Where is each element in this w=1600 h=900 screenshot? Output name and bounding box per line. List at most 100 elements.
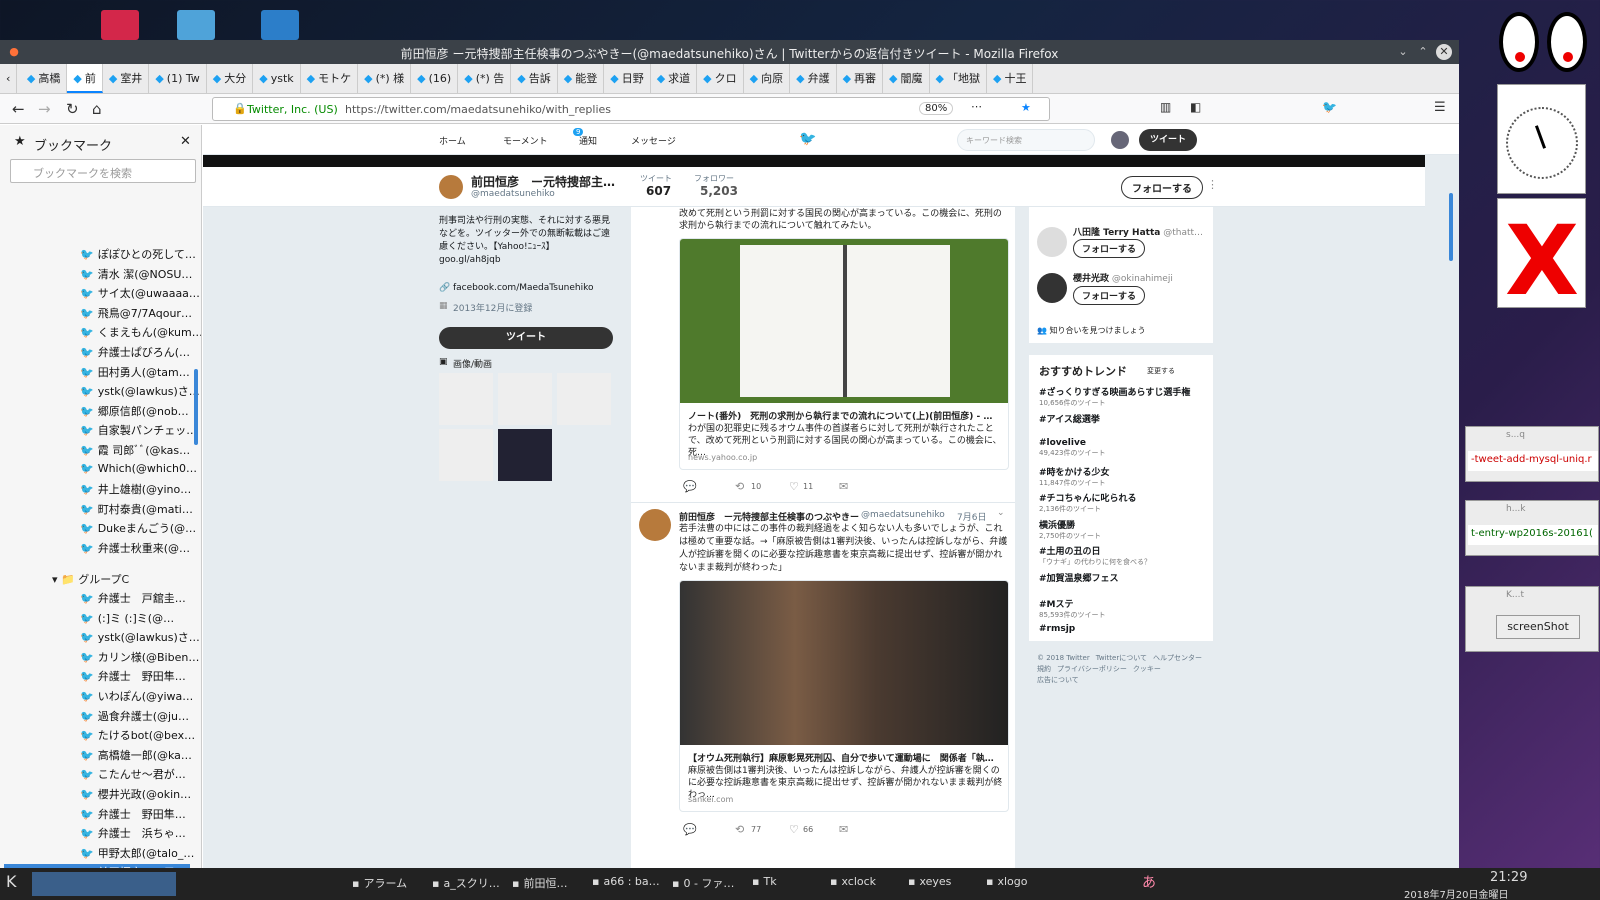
clock-time[interactable]: 21:29 xyxy=(1490,870,1527,885)
footer-link[interactable]: 広告について xyxy=(1037,675,1079,686)
sidebar-toggle-icon[interactable]: ◧ xyxy=(1190,100,1201,114)
nav-moments[interactable]: モーメント xyxy=(503,134,548,147)
taskbar-item[interactable]: ▪ xlogo xyxy=(986,875,1027,888)
taskbar-item[interactable]: ▪ アラーム xyxy=(352,875,407,891)
folder-icon[interactable] xyxy=(261,10,299,40)
wtf-name-1[interactable]: 八田隆 Terry Hatta @thatt… xyxy=(1073,225,1203,238)
bookmark-item[interactable]: 🐦 たけるbot(@bex… xyxy=(80,727,195,743)
sidebar-title[interactable]: ブックマーク xyxy=(34,135,112,154)
footer-link[interactable]: © 2018 Twitter xyxy=(1037,653,1090,664)
media-thumb[interactable] xyxy=(439,429,493,481)
taskbar-item[interactable]: ▪ 0 - ファ… xyxy=(672,875,734,891)
bookmark-item[interactable]: 🐦 弁護士 野田隼… xyxy=(80,668,186,684)
reply-icon[interactable]: 💬 xyxy=(683,480,697,493)
url-bar[interactable]: 🔒 Twitter, Inc. (US) https://twitter.com… xyxy=(212,97,1050,121)
menu-icon[interactable]: ☰ xyxy=(1434,100,1446,115)
bookmark-item[interactable]: 🐦 Dukeまんごう(@… xyxy=(80,520,196,536)
url-text[interactable]: https://twitter.com/maedatsunehiko/with_… xyxy=(345,103,611,116)
maximize-icon[interactable]: ⌃ xyxy=(1415,44,1431,60)
tab[interactable]: ◆ 「地獄 xyxy=(930,64,987,93)
extension-twitter-icon[interactable]: 🐦 xyxy=(1322,100,1337,114)
bookmark-item[interactable]: 🐦 甲野太郎(@talo_… xyxy=(80,845,194,861)
tab[interactable]: ◆ 再審 xyxy=(837,64,884,93)
bookmark-item[interactable]: 🐦 カリン様(@Biben… xyxy=(80,649,199,665)
trend-item[interactable]: #チコちゃんに叱られる 2,136件のツイート xyxy=(1039,491,1137,514)
bookmark-item[interactable]: 🐦 弁護士 浜ちゃ… xyxy=(80,825,186,841)
entry-field[interactable]: t-entry-wp2016s-20161( xyxy=(1468,525,1598,545)
page-actions-icon[interactable]: ⋯ xyxy=(971,100,982,113)
tab[interactable]: ◆ (1) Tw xyxy=(149,64,207,93)
media-label[interactable]: 画像/動画 xyxy=(453,357,492,370)
tweets-count[interactable]: 607 xyxy=(646,184,671,198)
bookmark-item[interactable]: 🐦 田村勇人(@tam… xyxy=(80,364,190,380)
chevron-down-icon[interactable]: ⌄ xyxy=(997,508,1005,518)
bookmark-star-icon[interactable]: ★ xyxy=(1021,101,1031,114)
pager[interactable] xyxy=(32,872,176,896)
bookmark-item[interactable]: 🐦 櫻井光政(@okin… xyxy=(80,786,191,802)
bookmark-item[interactable]: 🐦 清水 潔(@NOSU… xyxy=(80,266,192,282)
wtf-name-2[interactable]: 櫻井光政 @okinahimeji xyxy=(1073,271,1173,284)
bookmark-item[interactable]: 🐦 ystk(@lawkus)さ… xyxy=(80,383,200,399)
screenshot-button[interactable]: screenShot xyxy=(1496,615,1580,639)
nav-home[interactable]: ホーム xyxy=(439,134,466,147)
bookmark-item[interactable]: 🐦 (:]ミ (:]ミ(@… xyxy=(80,610,174,626)
tab[interactable]: ◆ 弁護 xyxy=(790,64,837,93)
bookmark-item[interactable]: 🐦 弁護士 野田隼… xyxy=(80,806,186,822)
bookmark-item[interactable]: 🐦 ystk(@lawkus)さ… xyxy=(80,629,200,645)
tweet-author[interactable]: 前田恒彦 ー元特捜部主任検事のつぶやきー xyxy=(679,510,859,523)
tab[interactable]: ◆ (*) 様 xyxy=(358,64,412,93)
bookmark-item[interactable]: 🐦 自家製パンチェッ… xyxy=(80,422,197,438)
entry-field[interactable]: -tweet-add-mysql-uniq.r xyxy=(1468,451,1598,471)
trend-item[interactable]: #土用の丑の日 「ウナギ」の代わりに何を食べる？ xyxy=(1039,544,1151,567)
taskbar-item[interactable]: ▪ xeyes xyxy=(908,875,951,888)
bookmark-item[interactable]: 🐦 郷原信郎(@nob… xyxy=(80,403,189,419)
more-icon[interactable]: ⋮ xyxy=(1207,178,1218,191)
trash-icon[interactable] xyxy=(101,10,139,40)
avatar[interactable] xyxy=(1111,131,1129,149)
message-icon[interactable]: ✉ xyxy=(839,480,848,493)
tab[interactable]: ◆ 告訴 xyxy=(511,64,558,93)
followers-label[interactable]: フォロワー xyxy=(694,173,734,184)
find-friends-link[interactable]: 👥 知り合いを見つけましょう xyxy=(1037,325,1146,336)
trend-item[interactable]: #アイス総選挙 xyxy=(1039,412,1100,425)
twitter-logo-icon[interactable]: 🐦 xyxy=(799,131,816,147)
footer-link[interactable]: プライバシーポリシー xyxy=(1057,664,1127,675)
tab[interactable]: ◆ ystk xyxy=(253,64,301,93)
minimize-icon[interactable]: ⌄ xyxy=(1395,44,1411,60)
xeyes-widget[interactable] xyxy=(1497,8,1593,74)
bookmark-item[interactable]: 🐦 弁護士ぱびろん(… xyxy=(80,344,190,360)
site-identity[interactable]: Twitter, Inc. (US) xyxy=(247,103,338,116)
footer-link[interactable]: Twitterについて xyxy=(1096,653,1147,664)
page-scrollbar[interactable] xyxy=(1449,193,1453,261)
follow-button[interactable]: フォローする xyxy=(1121,176,1203,199)
tab[interactable]: ◆ (*) 告 xyxy=(458,64,512,93)
home-folder-icon[interactable] xyxy=(177,10,215,40)
tab[interactable]: ◆ 能登 xyxy=(558,64,605,93)
like-icon[interactable]: ♡ xyxy=(789,823,799,836)
bookmark-item[interactable]: 🐦 飛鳥@7/7Aqour… xyxy=(80,305,192,321)
tab[interactable]: ◆ クロ xyxy=(697,64,744,93)
wtf-follow-button[interactable]: フォローする xyxy=(1073,239,1146,258)
nav-notifications[interactable]: 通知 xyxy=(579,134,597,147)
nav-messages[interactable]: メッセージ xyxy=(631,134,676,147)
tab-scroll-left[interactable]: ‹ xyxy=(0,64,18,93)
library-icon[interactable]: ▥ xyxy=(1160,100,1171,114)
wtf-avatar[interactable] xyxy=(1037,227,1067,257)
trend-item[interactable]: #時をかける少女 11,847件のツイート xyxy=(1039,465,1110,488)
bookmark-item[interactable]: 🐦 くまえもん(@kum… xyxy=(80,324,201,340)
retweet-icon[interactable]: ⟲ xyxy=(735,823,744,836)
bookmark-item[interactable]: 🐦 いわぽん(@yiwa… xyxy=(80,688,193,704)
trend-item[interactable]: #lovelive 49,423件のツイート xyxy=(1039,438,1106,458)
wtf-avatar[interactable] xyxy=(1037,273,1067,303)
tab[interactable]: ◆ 向原 xyxy=(744,64,791,93)
taskbar-item[interactable]: ▪ a66 : ba… xyxy=(592,875,660,888)
like-icon[interactable]: ♡ xyxy=(789,480,799,493)
reload-icon[interactable]: ↻ xyxy=(66,100,79,118)
bookmark-item[interactable]: 🐦 過食弁護士(@ju… xyxy=(80,708,189,724)
zoom-level[interactable]: 80% xyxy=(919,102,954,115)
trend-item[interactable]: 横浜優勝 2,750件のツイート xyxy=(1039,518,1101,541)
bookmark-scrollbar[interactable] xyxy=(194,369,198,445)
tab[interactable]: ◆ 前 xyxy=(67,64,103,93)
tab[interactable]: ◆ 十王 xyxy=(987,64,1034,93)
taskbar-item[interactable]: ▪ Tk xyxy=(752,875,777,888)
